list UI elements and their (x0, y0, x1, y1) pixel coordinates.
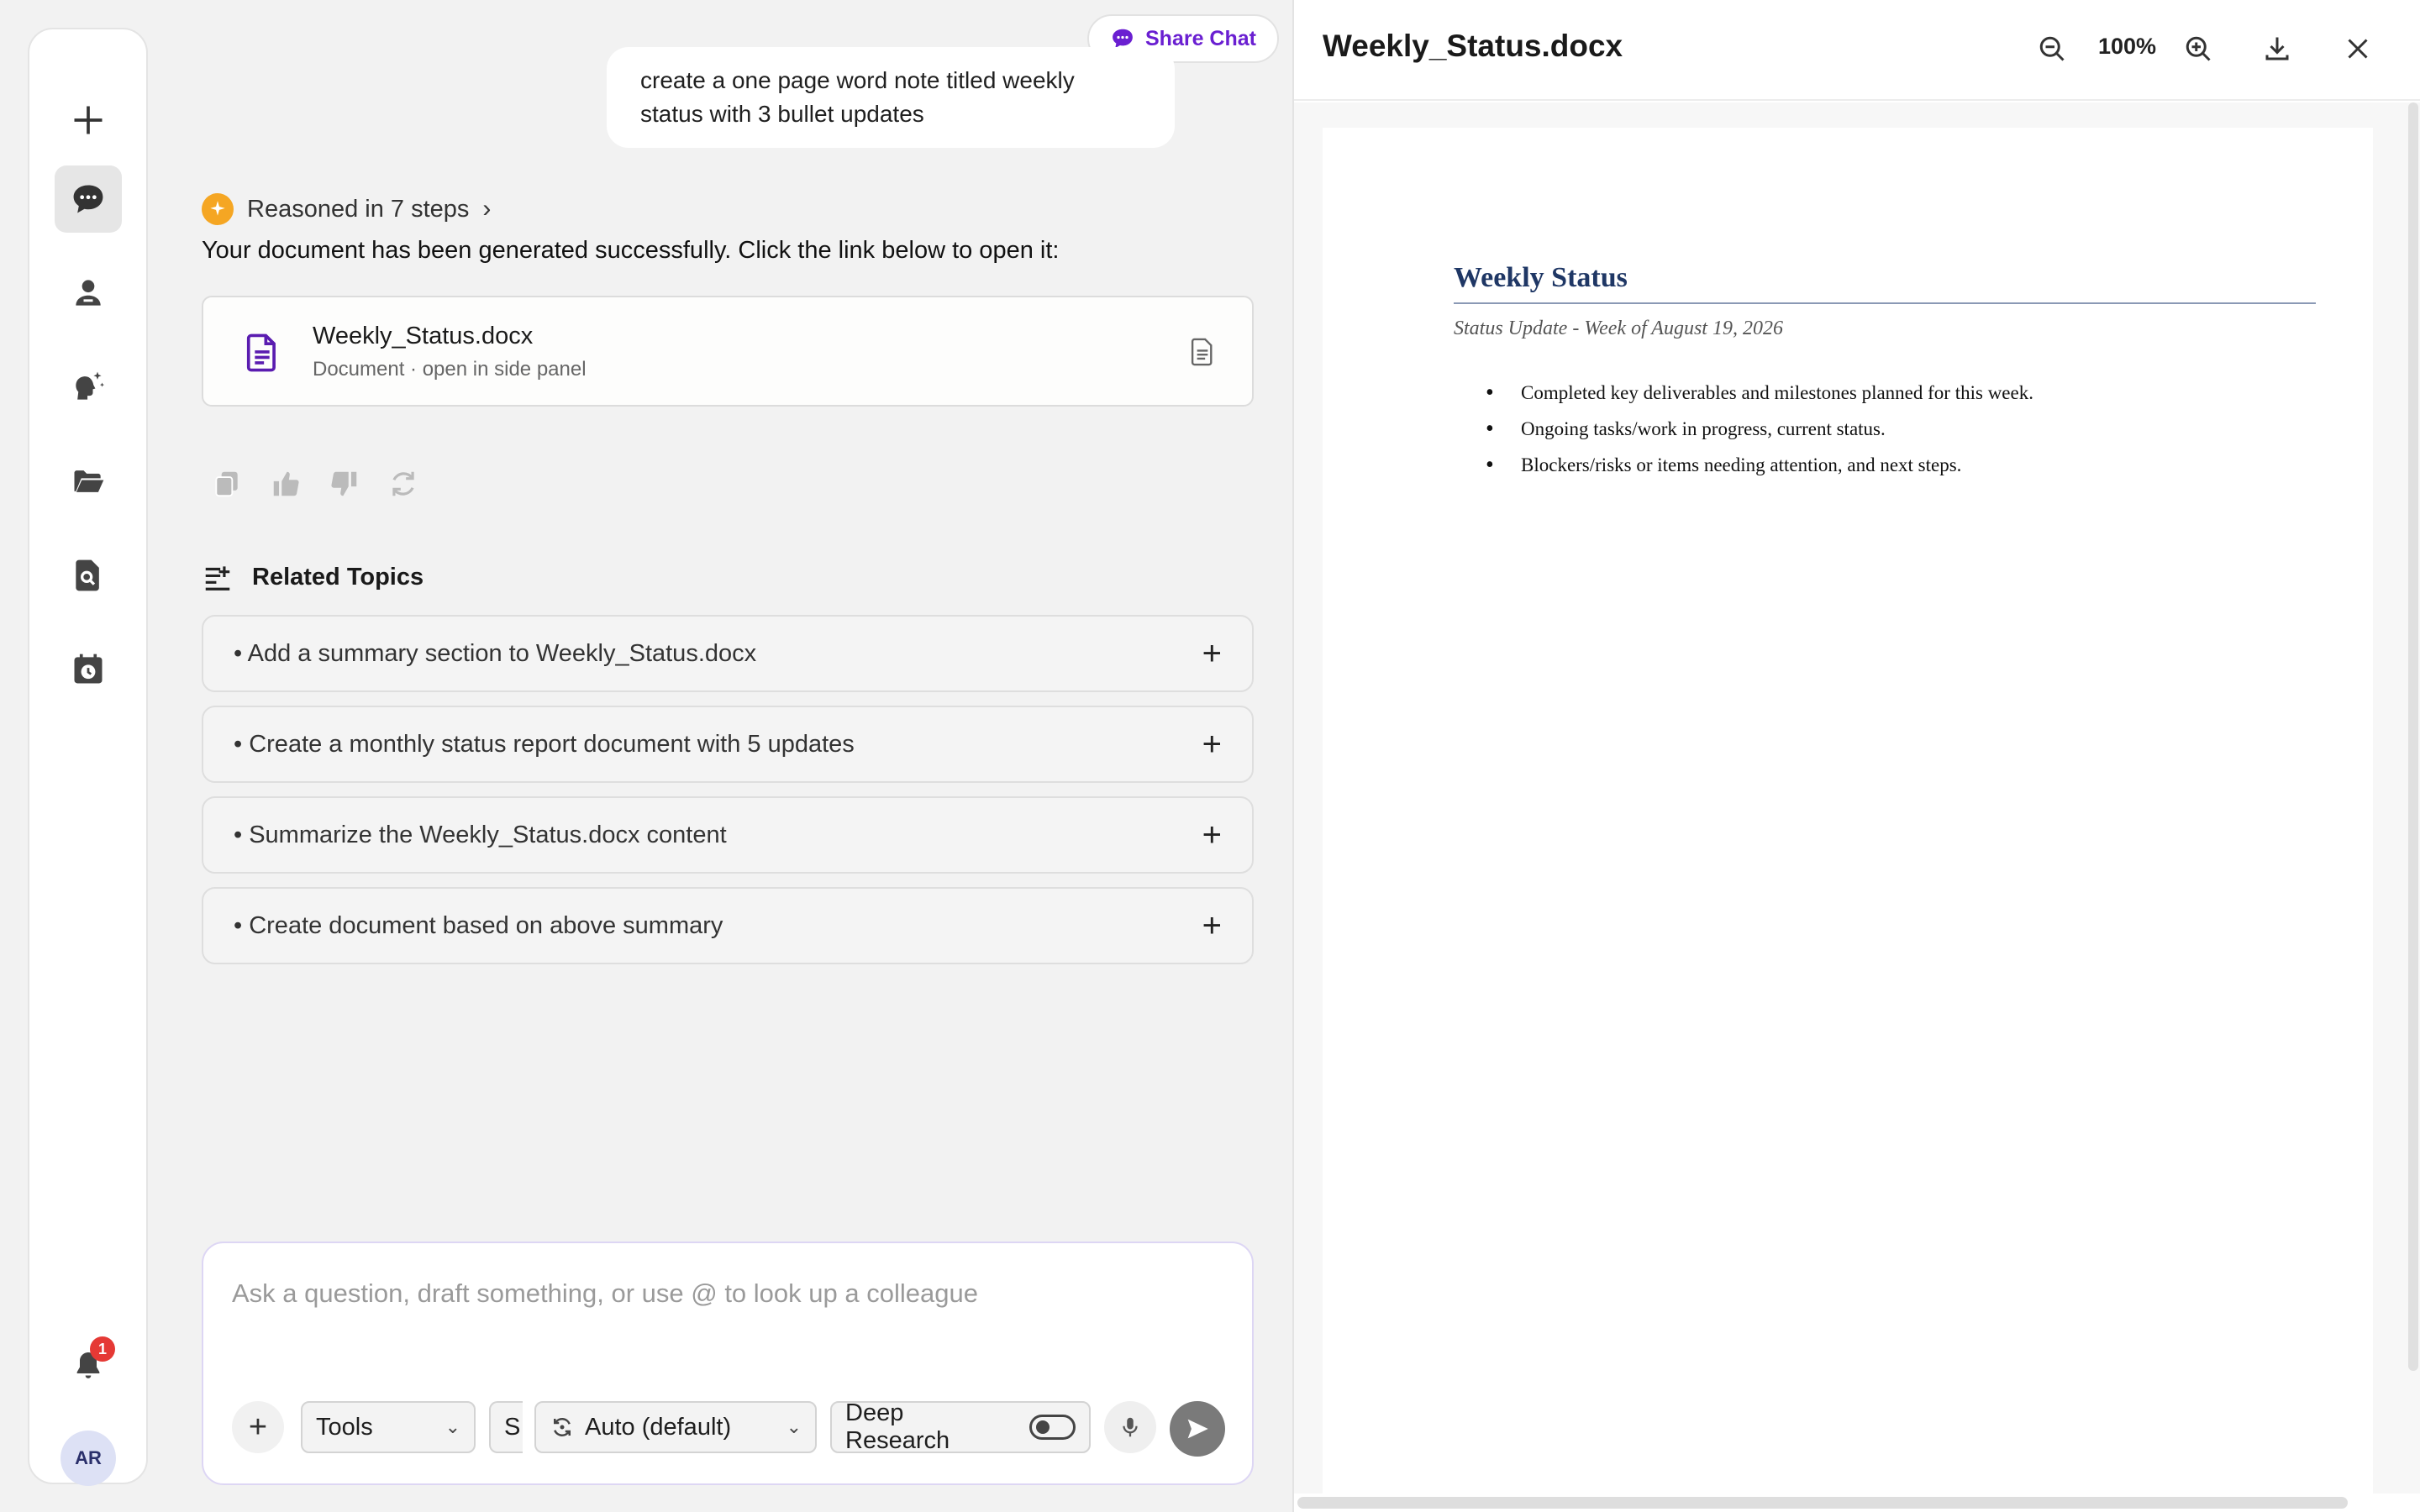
document-heading: Weekly Status (1454, 262, 1628, 293)
brain-sparkle-icon (76, 371, 105, 400)
plus-icon: + (1202, 906, 1222, 944)
bullet-item: Blockers/risks or items needing attentio… (1486, 447, 2033, 483)
zoom-in-button[interactable] (2180, 30, 2217, 67)
deep-research-toggle[interactable]: Deep Research (830, 1399, 1091, 1454)
document-viewport[interactable]: Weekly Status Status Update - Week of Au… (1294, 102, 2420, 1494)
reasoning-toggle[interactable]: Reasoned in 7 steps › (202, 193, 491, 225)
vertical-scrollbar[interactable] (2408, 102, 2418, 1371)
related-topic-label: • Summarize the Weekly_Status.docx conte… (234, 821, 727, 848)
assistant-answer-text: Your document has been generated success… (202, 237, 1060, 264)
tools-dropdown[interactable]: Tools ⌄ (301, 1401, 476, 1453)
chat-bubble-icon (73, 185, 103, 213)
send-arrow-icon (1187, 1419, 1208, 1439)
related-topics-header: Related Topics (202, 561, 424, 593)
zoom-out-button[interactable] (2033, 30, 2070, 67)
related-topic-item[interactable]: • Add a summary section to Weekly_Status… (202, 615, 1254, 692)
thumbs-down-icon (331, 471, 357, 496)
horizontal-scrollbar[interactable] (1297, 1497, 2348, 1509)
list-add-icon (205, 566, 230, 591)
copy-icon (215, 471, 238, 497)
thumbs-up-icon (273, 471, 299, 496)
person-icon (76, 280, 101, 306)
document-search-nav-button[interactable] (55, 542, 122, 609)
close-icon (2348, 39, 2368, 59)
model-dropdown[interactable]: Auto (default) ⌄ (534, 1401, 817, 1453)
calendar-clock-icon (74, 654, 103, 684)
document-subtitle: Status Update - Week of August 19, 2026 (1454, 318, 1783, 339)
bullet-item: Ongoing tasks/work in progress, current … (1486, 411, 2033, 447)
related-topic-item[interactable]: • Create document based on above summary… (202, 887, 1254, 964)
related-topic-label: • Create a monthly status report documen… (234, 730, 855, 758)
plus-icon: + (1202, 816, 1222, 853)
close-panel-button[interactable] (2339, 30, 2376, 67)
microphone-button[interactable] (1104, 1401, 1156, 1453)
document-preview-title: Weekly_Status.docx (1323, 29, 1623, 63)
zoom-out-icon (2039, 36, 2065, 61)
zoom-in-icon (2186, 36, 2211, 61)
notification-count-badge: 1 (90, 1336, 115, 1362)
chevron-right-icon: › (482, 195, 492, 223)
model-label: Auto (default) (585, 1413, 732, 1441)
truncated-selector-label: S (504, 1413, 521, 1441)
toggle-switch[interactable] (1029, 1415, 1076, 1440)
reasoning-label: Reasoned in 7 steps (247, 195, 470, 223)
document-page: Weekly Status Status Update - Week of Au… (1323, 128, 2373, 1494)
open-document-icon[interactable] (1186, 336, 1218, 368)
new-chat-button[interactable] (55, 87, 122, 154)
chevron-down-icon: ⌄ (786, 1416, 802, 1437)
tools-label: Tools (316, 1413, 373, 1441)
document-preview-toolbar: Weekly_Status.docx 100% (1294, 0, 2420, 101)
download-button[interactable] (2259, 30, 2296, 67)
message-composer: + Tools ⌄ S Auto (default) ⌄ Deep Resear… (202, 1242, 1254, 1485)
plus-icon (74, 106, 103, 134)
message-input[interactable] (232, 1278, 1207, 1346)
related-topics-title: Related Topics (252, 563, 424, 591)
thumbs-up-button[interactable] (269, 467, 302, 501)
related-topic-item[interactable]: • Create a monthly status report documen… (202, 706, 1254, 783)
download-icon (2265, 37, 2289, 60)
refresh-icon (392, 471, 414, 496)
chevron-down-icon: ⌄ (445, 1416, 460, 1437)
regenerate-button[interactable] (387, 467, 420, 501)
folder-open-icon (74, 470, 104, 492)
sparkle-icon (202, 193, 234, 225)
related-topic-label: • Create document based on above summary (234, 911, 723, 939)
document-search-icon (76, 559, 99, 591)
truncated-selector[interactable]: S (489, 1401, 523, 1453)
attach-button[interactable]: + (232, 1401, 284, 1453)
document-icon (246, 333, 276, 372)
document-card-subtitle: Document · open in side panel (313, 358, 587, 381)
left-rail: 1 AR (28, 28, 148, 1486)
agents-nav-button[interactable] (55, 354, 122, 421)
heading-rule (1454, 302, 2316, 304)
plus-icon: + (248, 1409, 268, 1445)
user-message-bubble: create a one page word note titled weekl… (607, 47, 1175, 148)
deep-research-label: Deep Research (845, 1399, 950, 1454)
people-nav-button[interactable] (55, 260, 122, 327)
plus-icon: + (1202, 634, 1222, 672)
document-link-card[interactable]: Weekly_Status.docx Document · open in si… (202, 296, 1254, 407)
message-actions (210, 467, 420, 501)
zoom-level: 100% (2098, 34, 2157, 59)
model-auto-icon (554, 1418, 571, 1436)
related-topic-item[interactable]: • Summarize the Weekly_Status.docx conte… (202, 796, 1254, 874)
microphone-icon (1123, 1417, 1138, 1437)
send-button[interactable] (1170, 1401, 1225, 1457)
schedule-nav-button[interactable] (55, 636, 122, 703)
share-chat-label: Share Chat (1145, 26, 1256, 50)
plus-icon: + (1202, 725, 1222, 763)
user-avatar[interactable]: AR (60, 1431, 116, 1486)
document-preview-panel: Weekly_Status.docx 100% Weekly Status St… (1292, 0, 2420, 1512)
thumbs-down-button[interactable] (328, 467, 361, 501)
bullet-item: Completed key deliverables and milestone… (1486, 375, 2033, 411)
files-nav-button[interactable] (55, 448, 122, 515)
chat-nav-button[interactable] (55, 165, 122, 233)
bullet-list: Completed key deliverables and milestone… (1486, 375, 2033, 483)
related-topic-label: • Add a summary section to Weekly_Status… (234, 639, 757, 667)
document-card-title: Weekly_Status.docx (313, 323, 534, 349)
copy-button[interactable] (210, 467, 244, 501)
